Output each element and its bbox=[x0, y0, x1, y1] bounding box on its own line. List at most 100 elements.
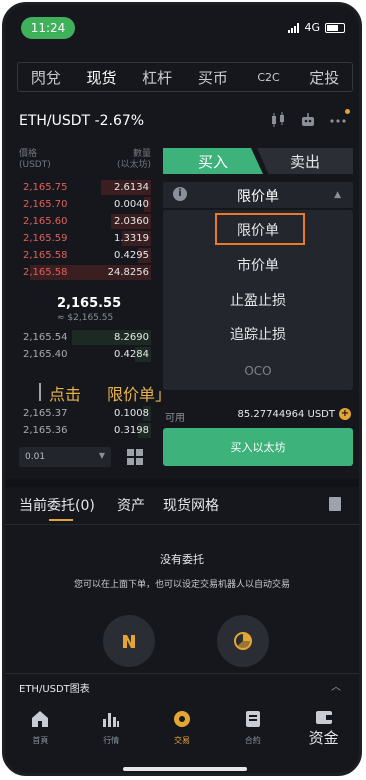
chart-toggle-bar[interactable]: ETH/USDT图表 ︿ bbox=[5, 673, 359, 701]
option-oco[interactable]: OCO bbox=[163, 364, 353, 378]
ask-qty: 24.8256 bbox=[107, 267, 149, 278]
ask-qty: 2.0360 bbox=[114, 216, 149, 227]
status-indicators: 4G bbox=[288, 21, 345, 34]
available-value: 85.27744964 USDT bbox=[237, 409, 335, 420]
qty-header-unit: (以太坊) bbox=[116, 160, 151, 170]
layout-grid-icon[interactable] bbox=[127, 449, 143, 465]
option-trailing-stop[interactable]: 追踪止损 bbox=[163, 324, 353, 344]
more-menu[interactable] bbox=[329, 109, 350, 133]
bid-row[interactable]: 2,165.40 0.4284 bbox=[19, 346, 151, 363]
bids-list-lower: 2,165.37 0.1008 2,165.36 0.3198 bbox=[19, 405, 151, 439]
tab-spot-grid[interactable]: 现货网格 bbox=[163, 495, 219, 515]
ask-qty: 0.4295 bbox=[114, 250, 149, 261]
order-history-icon[interactable] bbox=[329, 497, 341, 511]
nav-futures-label: 合約 bbox=[244, 736, 261, 745]
bid-row[interactable]: 2,165.54 8.2690 bbox=[19, 329, 151, 346]
available-balance: 可用 85.27744964 USDT + bbox=[163, 407, 353, 424]
nav-trade[interactable]: 交易 bbox=[147, 703, 218, 753]
ask-row[interactable]: 2,165.58 0.4295 bbox=[19, 247, 151, 264]
buy-eth-button[interactable]: 买入以太坊 bbox=[163, 428, 353, 466]
ask-row[interactable]: 2,165.75 2.6134 bbox=[19, 179, 151, 196]
sell-tab[interactable]: 卖出 bbox=[257, 148, 353, 174]
grid-bot-button[interactable] bbox=[103, 615, 155, 667]
bottom-nav: 首頁 行情 交易 合約 资金 bbox=[5, 703, 359, 753]
bid-qty: 0.4284 bbox=[114, 349, 149, 360]
status-bar: 11:24 4G bbox=[5, 5, 359, 49]
tab-buy-crypto[interactable]: 买币 bbox=[185, 67, 241, 88]
section-divider bbox=[5, 479, 359, 487]
more-icon bbox=[330, 119, 346, 123]
trade-icon bbox=[173, 711, 190, 727]
bot-icon[interactable] bbox=[299, 111, 317, 129]
wallet-icon bbox=[315, 711, 332, 724]
ask-row[interactable]: 2,165.59 1.3319 bbox=[19, 230, 151, 247]
bid-price: 2,165.36 bbox=[23, 425, 68, 436]
notification-dot bbox=[345, 109, 350, 114]
option-market[interactable]: 市价单 bbox=[163, 255, 353, 275]
nav-wallet[interactable]: 资金 bbox=[288, 703, 359, 753]
bid-qty: 0.1008 bbox=[114, 408, 149, 419]
status-time: 11:24 bbox=[21, 17, 75, 39]
price-header-label: 價格 bbox=[19, 149, 38, 159]
available-label: 可用 bbox=[165, 413, 185, 424]
order-type-dropdown: 限价单 市价单 止盈止损 追踪止损 OCO bbox=[163, 210, 353, 390]
asks-list: 2,165.75 2.6134 2,165.70 0.0040 2,165.60 2.… bbox=[19, 179, 151, 281]
option-limit[interactable]: 限价单 bbox=[163, 220, 353, 240]
ask-row[interactable]: 2,165.58 24.8256 bbox=[19, 264, 151, 281]
side-switch: 买入 卖出 bbox=[163, 148, 353, 174]
depth-precision-select[interactable]: 0.01 ▼ bbox=[19, 447, 111, 467]
qty-header-label: 數量 bbox=[132, 149, 151, 159]
tab-auto-invest[interactable]: 定投 bbox=[296, 67, 352, 88]
tab-convert[interactable]: 閃兌 bbox=[18, 67, 74, 88]
empty-orders-title: 没有委托 bbox=[160, 553, 204, 566]
nav-trade-label: 交易 bbox=[173, 736, 190, 745]
price-header-unit: (USDT) bbox=[19, 160, 51, 170]
add-funds-icon[interactable]: + bbox=[339, 408, 351, 420]
bid-row[interactable]: 2,165.36 0.3198 bbox=[19, 422, 151, 439]
tab-spot[interactable]: 现货 bbox=[74, 67, 130, 88]
home-indicator bbox=[123, 767, 247, 771]
tab-assets[interactable]: 资产 bbox=[117, 495, 145, 515]
bid-price: 2,165.37 bbox=[23, 408, 68, 419]
futures-icon bbox=[245, 711, 260, 727]
orderbook-header: 價格 (USDT) 數量 (以太坊) bbox=[19, 149, 151, 175]
tab-open-orders[interactable]: 当前委托(0) bbox=[19, 495, 95, 515]
pair-actions bbox=[269, 109, 350, 133]
nav-markets-label: 行情 bbox=[103, 736, 120, 745]
tab-c2c[interactable]: C2C bbox=[241, 71, 297, 84]
ask-row[interactable]: 2,165.70 0.0040 bbox=[19, 196, 151, 213]
chevron-up-icon[interactable]: ︿ bbox=[331, 678, 341, 693]
empty-orders-subtitle: 您可以在上面下单，也可以设定交易机器人以自动交易 bbox=[73, 580, 290, 590]
nav-markets[interactable]: 行情 bbox=[76, 703, 147, 753]
candlestick-icon[interactable] bbox=[269, 111, 287, 129]
trade-mode-tabs: 閃兌 现货 杠杆 买币 C2C 定投 bbox=[17, 62, 353, 92]
annotation-marker bbox=[39, 383, 41, 401]
pie-chart-icon bbox=[234, 632, 252, 650]
order-type-select[interactable]: i 限价单 ▲ bbox=[163, 182, 353, 208]
bid-row[interactable]: 2,165.37 0.1008 bbox=[19, 405, 151, 422]
option-stop-limit[interactable]: 止盈止损 bbox=[163, 290, 353, 310]
annotation-text-2: 限价单」 bbox=[107, 385, 172, 404]
ask-qty: 2.6134 bbox=[114, 182, 149, 193]
markets-icon bbox=[103, 713, 120, 727]
nav-home-label: 首頁 bbox=[32, 736, 49, 745]
tab-margin[interactable]: 杠杆 bbox=[129, 67, 185, 88]
ask-price: 2,165.58 bbox=[23, 250, 68, 261]
tabs-divider bbox=[5, 524, 359, 525]
buy-tab[interactable]: 买入 bbox=[163, 148, 263, 174]
ask-row[interactable]: 2,165.60 2.0360 bbox=[19, 213, 151, 230]
ask-price: 2,165.59 bbox=[23, 233, 68, 244]
pair-bar: ETH/USDT -2.67% bbox=[5, 105, 359, 141]
nav-home[interactable]: 首頁 bbox=[5, 703, 76, 753]
phone-screen: 11:24 4G 閃兌 现货 杠杆 买币 C2C 定投 ETH/USDT -2.… bbox=[2, 2, 362, 776]
strategy-button[interactable] bbox=[217, 615, 269, 667]
nav-futures[interactable]: 合約 bbox=[217, 703, 288, 753]
home-icon bbox=[32, 711, 49, 727]
bid-price: 2,165.54 bbox=[23, 332, 68, 343]
grid-bot-icon bbox=[123, 635, 135, 648]
network-label: 4G bbox=[304, 21, 320, 34]
ask-price: 2,165.58 bbox=[23, 267, 68, 278]
qty-header: 數量 (以太坊) bbox=[117, 149, 151, 171]
chevron-down-icon: ▼ bbox=[98, 451, 105, 460]
pair-selector[interactable]: ETH/USDT -2.67% bbox=[19, 113, 144, 129]
